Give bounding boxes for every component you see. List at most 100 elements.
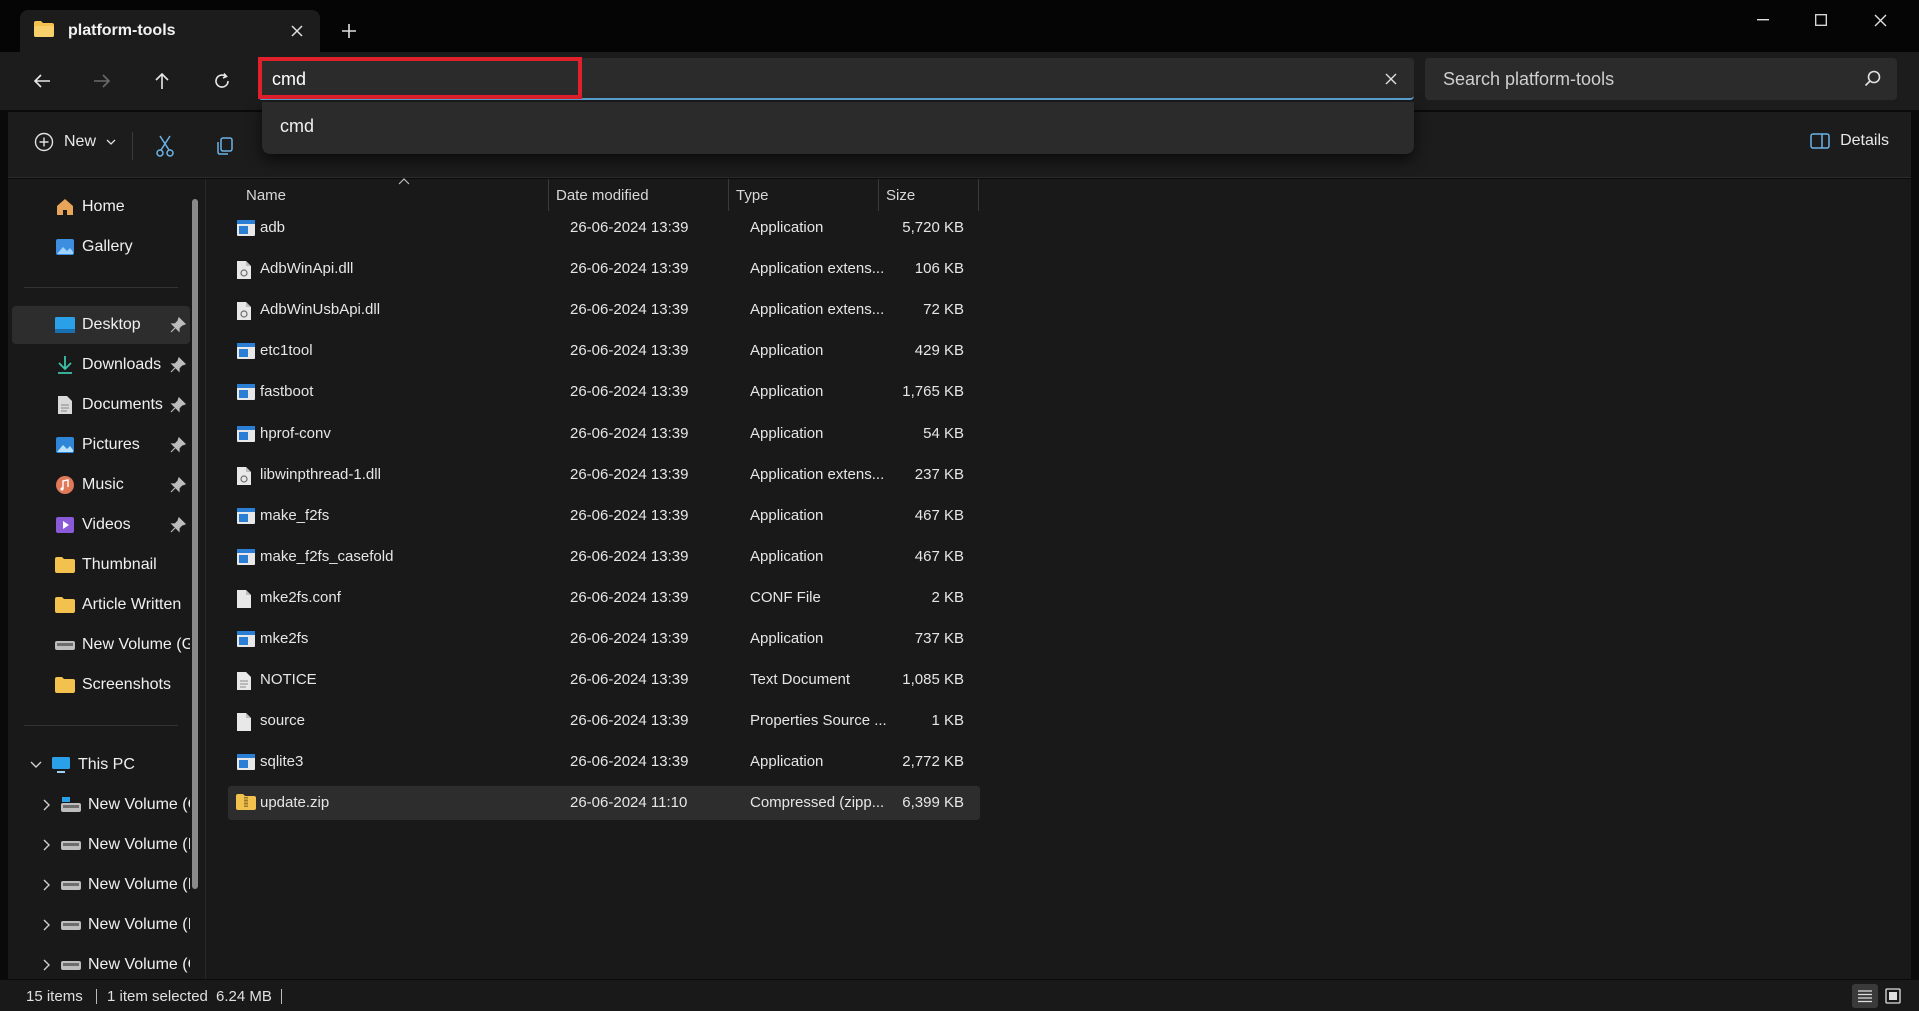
refresh-button[interactable] <box>202 64 242 98</box>
file-row[interactable]: etc1tool 26-06-2024 13:39 Application 429 K… <box>228 334 980 368</box>
new-tab-button[interactable] <box>332 14 366 48</box>
sidebar-item-documents[interactable]: Documents <box>12 386 190 424</box>
file-row[interactable]: fastboot 26-06-2024 13:39 Application 1,765… <box>228 375 980 409</box>
sidebar-item-music[interactable]: Music <box>12 466 190 504</box>
column-header-size[interactable]: Size <box>886 179 976 211</box>
pin-icon <box>170 477 186 493</box>
file-row[interactable]: sqlite3 26-06-2024 13:39 Application 2,772 … <box>228 745 980 779</box>
sidebar-item-thumbnail[interactable]: Thumbnail <box>12 546 190 584</box>
file-name: libwinpthread-1.dll <box>260 465 381 483</box>
details-view-button[interactable] <box>1852 984 1878 1008</box>
sidebar-item-new-volume[interactable]: New Volume (C <box>12 946 190 979</box>
file-row[interactable]: mke2fs 26-06-2024 13:39 Application 737 KB <box>228 622 980 656</box>
file-name: fastboot <box>260 383 314 401</box>
document-icon <box>54 394 76 416</box>
address-input[interactable] <box>272 66 1352 92</box>
item-count: 15 items <box>26 988 83 1005</box>
column-divider[interactable] <box>978 179 979 211</box>
tab-platform-tools[interactable]: platform-tools <box>20 10 320 52</box>
file-row[interactable]: make_f2fs_casefold 26-06-2024 13:39 Applic… <box>228 540 980 574</box>
desktop-icon <box>54 314 76 336</box>
file-row[interactable]: NOTICE 26-06-2024 13:39 Text Document 1,085… <box>228 663 980 697</box>
column-divider[interactable] <box>728 179 729 211</box>
back-button[interactable] <box>22 64 62 98</box>
application-icon <box>236 383 256 403</box>
file-date-modified: 26-06-2024 13:39 <box>570 260 689 278</box>
file-row[interactable]: AdbWinApi.dll 26-06-2024 13:39 Application… <box>228 252 980 286</box>
sidebar-item-downloads[interactable]: Downloads <box>12 346 190 384</box>
sidebar-item-article-written[interactable]: Article Written <box>12 586 190 624</box>
plus-circle-icon <box>34 132 54 152</box>
sidebar-item-new-volume[interactable]: New Volume (I <box>12 826 190 864</box>
file-date-modified: 26-06-2024 13:39 <box>570 753 689 771</box>
close-tab-icon[interactable] <box>282 16 312 46</box>
tab-title: platform-tools <box>68 22 176 39</box>
column-header-type[interactable]: Type <box>736 179 876 211</box>
file-size: 237 KB <box>914 465 964 483</box>
sidebar-item-new-volume[interactable]: New Volume (C <box>12 786 190 824</box>
file-row[interactable]: AdbWinUsbApi.dll 26-06-2024 13:39 Applicat… <box>228 293 980 327</box>
cut-button[interactable] <box>148 130 182 162</box>
sidebar-item-label: Home <box>82 198 125 215</box>
sidebar-item-screenshots[interactable]: Screenshots <box>12 666 190 704</box>
sidebar-item-home[interactable]: Home <box>12 188 190 226</box>
navigation-pane: Home Gallery Desktop Downloads Documents… <box>8 179 206 979</box>
file-row[interactable]: adb 26-06-2024 13:39 Application 5,720 KB <box>228 211 980 245</box>
copy-button[interactable] <box>208 130 242 162</box>
pin-icon <box>170 437 186 453</box>
search-box[interactable] <box>1425 58 1897 100</box>
copy-icon <box>217 137 233 155</box>
address-suggestions-dropdown: cmd <box>262 102 1414 154</box>
forward-button[interactable] <box>82 64 122 98</box>
maximize-button[interactable] <box>1792 0 1850 40</box>
sidebar-item-gallery[interactable]: Gallery <box>12 228 190 266</box>
suggestion-item-cmd[interactable]: cmd <box>280 116 314 137</box>
text-file-icon <box>236 671 256 691</box>
file-row[interactable]: make_f2fs 26-06-2024 13:39 Application 467 … <box>228 499 980 533</box>
file-row[interactable]: hprof-conv 26-06-2024 13:39 Application 54 … <box>228 417 980 451</box>
sidebar-item-desktop[interactable]: Desktop <box>12 306 190 344</box>
folder-icon <box>54 594 76 616</box>
sidebar-item-videos[interactable]: Videos <box>12 506 190 544</box>
file-size: 6,399 KB <box>902 794 964 812</box>
file-row[interactable]: mke2fs.conf 26-06-2024 13:39 CONF File 2 KB <box>228 581 980 615</box>
up-button[interactable] <box>142 64 182 98</box>
search-input[interactable] <box>1443 66 1843 92</box>
title-bar: platform-tools <box>0 0 1919 52</box>
sidebar-item-new-volume[interactable]: New Volume (I <box>12 906 190 944</box>
minimize-button[interactable] <box>1734 0 1792 40</box>
details-pane-button[interactable]: Details <box>1810 132 1889 150</box>
column-divider[interactable] <box>548 179 549 211</box>
application-icon <box>236 507 256 527</box>
file-date-modified: 26-06-2024 13:39 <box>570 383 689 401</box>
sidebar-item-pictures[interactable]: Pictures <box>12 426 190 464</box>
sidebar-item-label: Videos <box>82 516 131 533</box>
clear-address-button[interactable] <box>1376 64 1406 94</box>
sidebar-item-this-pc[interactable]: This PC <box>12 746 190 784</box>
close-icon <box>1385 73 1397 85</box>
file-size: 5,720 KB <box>902 219 964 236</box>
file-row[interactable]: source 26-06-2024 13:39 Properties Source … <box>228 704 980 738</box>
sidebar-item-new-volume-g[interactable]: New Volume (G: <box>12 626 190 664</box>
application-icon <box>236 548 256 568</box>
sidebar-scrollbar[interactable] <box>192 199 198 889</box>
gallery-icon <box>54 236 76 258</box>
refresh-icon <box>215 72 229 88</box>
file-row[interactable]: libwinpthread-1.dll 26-06-2024 13:39 Appli… <box>228 458 980 492</box>
chevron-right-icon <box>43 839 50 851</box>
column-header-date[interactable]: Date modified <box>556 179 726 211</box>
chevron-right-icon <box>43 799 50 811</box>
column-header-name[interactable]: Name <box>246 179 546 211</box>
selection-count: 1 item selected <box>107 988 208 1005</box>
new-button[interactable]: New <box>34 132 116 152</box>
chevron-down-icon <box>30 761 42 768</box>
close-window-button[interactable] <box>1851 0 1909 40</box>
large-icons-view-button[interactable] <box>1880 984 1906 1008</box>
sidebar-item-new-volume[interactable]: New Volume (I <box>12 866 190 904</box>
file-row[interactable]: update.zip 26-06-2024 11:10 Compressed (zi… <box>228 786 980 821</box>
home-icon <box>54 196 76 218</box>
new-button-label: New <box>64 133 97 150</box>
sidebar-item-label: Article Written <box>82 596 182 613</box>
column-divider[interactable] <box>878 179 879 211</box>
address-bar[interactable] <box>258 58 1414 100</box>
